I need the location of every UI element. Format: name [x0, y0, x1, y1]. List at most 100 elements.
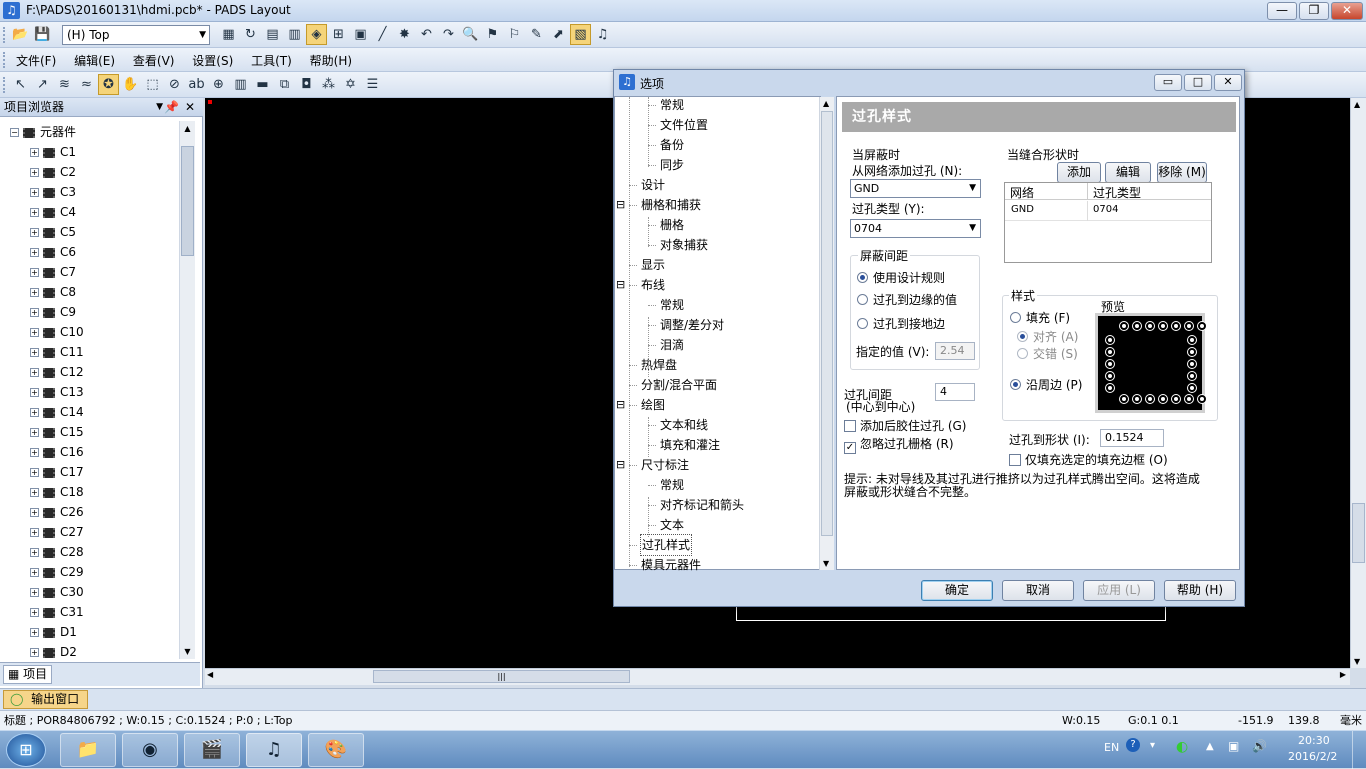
expand-icon[interactable]: +: [30, 228, 39, 237]
tree-item-component[interactable]: + C30: [30, 582, 84, 602]
scroll-left-icon[interactable]: ◀: [207, 670, 213, 679]
cancel-button[interactable]: 取消: [1002, 580, 1074, 601]
show-hidden-icons[interactable]: ▲: [1206, 741, 1214, 752]
tree-item-component[interactable]: + C10: [30, 322, 84, 342]
collapse-icon[interactable]: ⊟: [616, 275, 625, 295]
start-button[interactable]: ⊞: [6, 733, 46, 767]
radio-stagger[interactable]: 交错 (S): [1017, 345, 1078, 362]
network-icon[interactable]: ▣: [1228, 739, 1239, 753]
tree-root-components[interactable]: − 元器件: [10, 122, 76, 142]
restore-button[interactable]: ❐: [1299, 2, 1329, 20]
add-glue-via-checkbox[interactable]: 添加后胶住过孔 (G): [844, 417, 966, 434]
via-type-select[interactable]: 0704 ▼: [850, 219, 981, 238]
expand-icon[interactable]: +: [30, 508, 39, 517]
layer2-icon[interactable]: ≈: [76, 74, 97, 95]
h-scroll-thumb[interactable]: |||: [373, 670, 630, 683]
expand-icon[interactable]: +: [30, 208, 39, 217]
tree-item-component[interactable]: + C16: [30, 442, 84, 462]
collapse-icon[interactable]: ⊟: [616, 195, 625, 215]
ignore-via-grid-checkbox[interactable]: ✓ 忽略过孔栅格 (R): [844, 435, 954, 454]
tree-item-component[interactable]: + C6: [30, 242, 76, 262]
tree-item-component[interactable]: + C17: [30, 462, 84, 482]
toolbar-grip[interactable]: [3, 27, 6, 43]
category-item[interactable]: 填充和灌注: [660, 435, 720, 455]
library-icon[interactable]: ▥: [230, 74, 251, 95]
category-item[interactable]: 显示: [641, 255, 665, 275]
zoom-icon[interactable]: 🔍: [460, 24, 481, 45]
tree-item-component[interactable]: + C2: [30, 162, 76, 182]
radio-via-to-ground-edge[interactable]: 过孔到接地边: [857, 315, 945, 332]
expand-icon[interactable]: +: [30, 268, 39, 277]
tree-item-component[interactable]: + C7: [30, 262, 76, 282]
ok-button[interactable]: 确定: [921, 580, 993, 601]
sparkle-icon[interactable]: ✸: [394, 24, 415, 45]
category-item[interactable]: 分割/混合平面: [641, 375, 717, 395]
category-item[interactable]: 过孔样式: [639, 534, 693, 556]
scroll-up-icon[interactable]: ▲: [823, 99, 829, 108]
dialog-minimize-button[interactable]: ▭: [1154, 74, 1182, 91]
stitch-icon[interactable]: ⁂: [318, 74, 339, 95]
tray-arrow-icon[interactable]: ▾: [1150, 740, 1155, 751]
column-via-type[interactable]: 过孔类型: [1093, 184, 1141, 201]
category-item[interactable]: 绘图: [641, 395, 665, 415]
merge-icon[interactable]: ⊕: [208, 74, 229, 95]
category-item[interactable]: 常规: [660, 295, 684, 315]
menu-grip[interactable]: [3, 52, 6, 68]
apply-button[interactable]: 应用 (L): [1083, 580, 1155, 601]
expand-icon[interactable]: +: [30, 328, 39, 337]
cut-icon[interactable]: ⬚: [142, 74, 163, 95]
flood-icon[interactable]: ▬: [252, 74, 273, 95]
category-item[interactable]: 热焊盘: [641, 355, 677, 375]
route-icon[interactable]: ╱: [372, 24, 393, 45]
tree-item-component[interactable]: + C8: [30, 282, 76, 302]
menu-file[interactable]: 文件(F): [16, 52, 56, 69]
tree-item-component[interactable]: + C18: [30, 482, 84, 502]
tree-item-component[interactable]: + C15: [30, 422, 84, 442]
scroll-down-icon[interactable]: ▼: [1354, 657, 1360, 666]
dropdown-icon[interactable]: ▼: [156, 98, 163, 116]
expand-icon[interactable]: +: [30, 488, 39, 497]
tree-item-component[interactable]: + C1: [30, 142, 76, 162]
menu-setup[interactable]: 设置(S): [192, 52, 233, 69]
save-icon[interactable]: 💾: [32, 24, 53, 45]
volume-icon[interactable]: 🔊: [1252, 739, 1267, 753]
from-net-select[interactable]: GND ▼: [850, 179, 981, 198]
collapse-icon[interactable]: ⊟: [616, 455, 625, 475]
category-item[interactable]: 同步: [660, 155, 684, 175]
scroll-down-icon[interactable]: ▼: [180, 644, 195, 659]
expand-icon[interactable]: +: [30, 568, 39, 577]
category-item[interactable]: 栅格和捕获: [641, 195, 701, 215]
project-browser-scrollbar[interactable]: ▲ ▼: [179, 121, 195, 659]
expand-icon[interactable]: +: [30, 528, 39, 537]
category-item[interactable]: 泪滴: [660, 335, 684, 355]
stitch-edit-button[interactable]: 编辑 (E): [1105, 162, 1151, 198]
expand-icon[interactable]: +: [30, 188, 39, 197]
tree-item-component[interactable]: + C4: [30, 202, 76, 222]
dialog-close-button[interactable]: ✕: [1214, 74, 1242, 91]
tab-project[interactable]: ▦ 项目: [3, 665, 53, 684]
explorer-taskbar-icon[interactable]: 📁: [60, 733, 116, 767]
open-icon[interactable]: 📂: [10, 24, 31, 45]
tree-item-component[interactable]: + C26: [30, 502, 84, 522]
language-indicator[interactable]: EN: [1104, 741, 1119, 754]
stitch-remove-button[interactable]: 移除 (M): [1157, 162, 1207, 183]
highlight-icon[interactable]: ▧: [570, 24, 591, 45]
expand-icon[interactable]: +: [30, 468, 39, 477]
expand-icon[interactable]: +: [30, 168, 39, 177]
radio-align[interactable]: 对齐 (A): [1017, 328, 1078, 345]
tree-item-component[interactable]: + C27: [30, 522, 84, 542]
category-tree-scrollbar[interactable]: ▲ ▼: [819, 97, 834, 570]
design-toolbar-icon[interactable]: ◈: [306, 24, 327, 45]
expand-icon[interactable]: +: [30, 408, 39, 417]
category-item[interactable]: 布线: [641, 275, 665, 295]
doc-icon[interactable]: ▤: [262, 24, 283, 45]
layer-icon[interactable]: ≋: [54, 74, 75, 95]
scroll-up-icon[interactable]: ▲: [1354, 100, 1360, 109]
part-icon[interactable]: ◘: [296, 74, 317, 95]
category-item[interactable]: 调整/差分对: [660, 315, 724, 335]
category-item[interactable]: 文本: [660, 515, 684, 535]
category-item[interactable]: 文件位置: [660, 115, 708, 135]
scroll-thumb[interactable]: [821, 111, 833, 536]
layer-select[interactable]: (H) Top ▼: [62, 25, 210, 45]
ecotoolbar-icon[interactable]: ⊞: [328, 24, 349, 45]
